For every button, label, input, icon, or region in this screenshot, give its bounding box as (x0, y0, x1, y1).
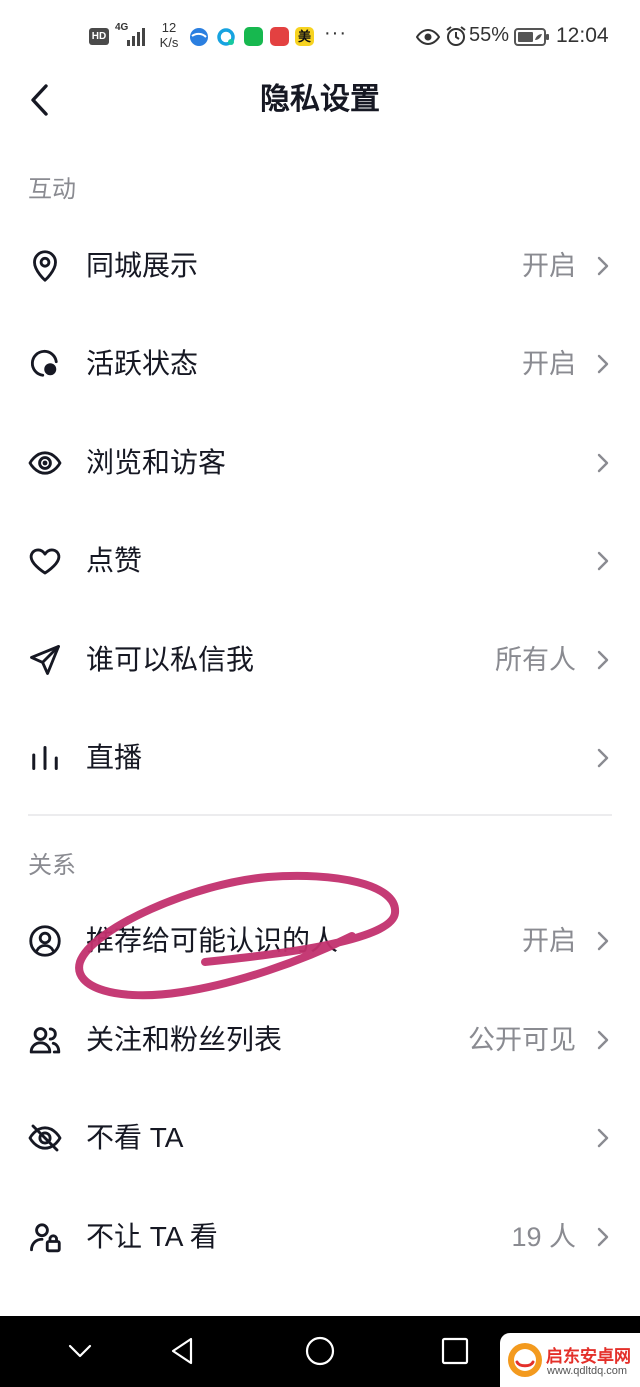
setting-row-block-viewing[interactable]: 不让 TA 看 19 人 (0, 1188, 640, 1286)
chevron-right-icon (597, 354, 609, 374)
setting-label: 点赞 (86, 545, 143, 576)
chevron-right-icon (597, 551, 609, 571)
setting-row-likes[interactable]: 点赞 (0, 512, 640, 610)
setting-value: 开启 (522, 349, 576, 379)
speed-value: 12 (161, 20, 177, 35)
nav-recents-button[interactable] (435, 1331, 475, 1371)
chevron-left-icon (31, 84, 48, 116)
setting-label: 同城展示 (86, 250, 199, 281)
setting-row-live[interactable]: 直播 (0, 709, 640, 807)
cyan-app-icon (217, 28, 235, 46)
setting-value: 开启 (522, 251, 576, 281)
nav-back-button[interactable] (163, 1331, 203, 1371)
setting-label: 谁可以私信我 (86, 644, 255, 675)
status-bar: HD 4G 12 K/s 美 ··· 55% 12:04 (0, 0, 640, 75)
setting-label: 不看 TA (86, 1122, 184, 1153)
user-lock-icon (27, 1219, 63, 1255)
send-icon (27, 642, 63, 678)
back-button[interactable] (26, 82, 56, 118)
active-status-icon (27, 346, 63, 382)
setting-label: 关注和粉丝列表 (86, 1024, 283, 1055)
chevron-right-icon (597, 650, 609, 670)
page-title: 隐私设置 (260, 83, 380, 116)
home-circle-icon (305, 1336, 335, 1366)
watermark-logo-icon (508, 1343, 542, 1377)
setting-row-hide-their-content[interactable]: 不看 TA (0, 1089, 640, 1187)
setting-label: 推荐给可能认识的人 (86, 925, 339, 956)
battery-percent: 55% (469, 24, 510, 46)
watermark-url: www.qdltdq.com (547, 1365, 628, 1377)
setting-label: 浏览和访客 (86, 447, 227, 478)
setting-row-nearby[interactable]: 同城展示 开启 (0, 217, 640, 315)
watermark-name: 启东安卓网 (546, 1347, 631, 1366)
chevron-right-icon (597, 1030, 609, 1050)
chevron-right-icon (597, 1227, 609, 1247)
section-label-relations: 关系 (28, 852, 76, 879)
nav-home-button[interactable] (300, 1331, 340, 1371)
signal-icon (127, 28, 145, 46)
eye-comfort-icon (416, 28, 440, 46)
user-circle-icon (27, 923, 63, 959)
hd-icon: HD (89, 28, 109, 45)
red-app-icon (270, 27, 289, 46)
location-pin-icon (27, 248, 63, 284)
chevron-right-icon (597, 931, 609, 951)
setting-value: 19 人 (511, 1222, 576, 1252)
setting-value: 所有人 (495, 645, 576, 675)
chevron-down-icon (68, 1344, 92, 1358)
section-label-interaction: 互动 (28, 176, 76, 203)
more-notifications: ··· (324, 22, 347, 44)
chevron-right-icon (597, 1128, 609, 1148)
live-bars-icon (27, 740, 63, 776)
hide-nav-button[interactable] (60, 1331, 100, 1371)
iqiyi-app-icon (244, 27, 263, 46)
users-icon (27, 1022, 63, 1058)
eye-off-icon (27, 1120, 63, 1156)
heart-icon (27, 543, 63, 579)
setting-value: 公开可见 (468, 1025, 576, 1055)
back-triangle-icon (171, 1337, 193, 1365)
setting-label: 活跃状态 (86, 348, 199, 379)
setting-label: 不让 TA 看 (86, 1221, 218, 1252)
section-divider (28, 814, 612, 816)
site-watermark: 启东安卓网 www.qdltdq.com (500, 1333, 640, 1387)
chevron-right-icon (597, 256, 609, 276)
alarm-icon (446, 26, 466, 46)
clock: 12:04 (556, 24, 609, 47)
setting-row-active-status[interactable]: 活跃状态 开启 (0, 315, 640, 413)
speed-unit: K/s (159, 35, 179, 50)
chevron-right-icon (597, 748, 609, 768)
setting-row-follow-fans-list[interactable]: 关注和粉丝列表 公开可见 (0, 991, 640, 1089)
setting-label: 直播 (86, 742, 143, 773)
battery-icon (514, 28, 549, 46)
setting-value: 开启 (522, 926, 576, 956)
meituan-app-icon: 美 (295, 27, 314, 46)
setting-row-views-visitors[interactable]: 浏览和访客 (0, 414, 640, 512)
network-speed: 12 K/s (157, 20, 181, 50)
recents-square-icon (441, 1337, 469, 1365)
browser-app-icon (190, 28, 208, 46)
chevron-right-icon (597, 453, 609, 473)
eye-icon (27, 445, 63, 481)
setting-row-recommend-to-acquaintances[interactable]: 推荐给可能认识的人 开启 (0, 892, 640, 990)
setting-row-direct-message[interactable]: 谁可以私信我 所有人 (0, 611, 640, 709)
